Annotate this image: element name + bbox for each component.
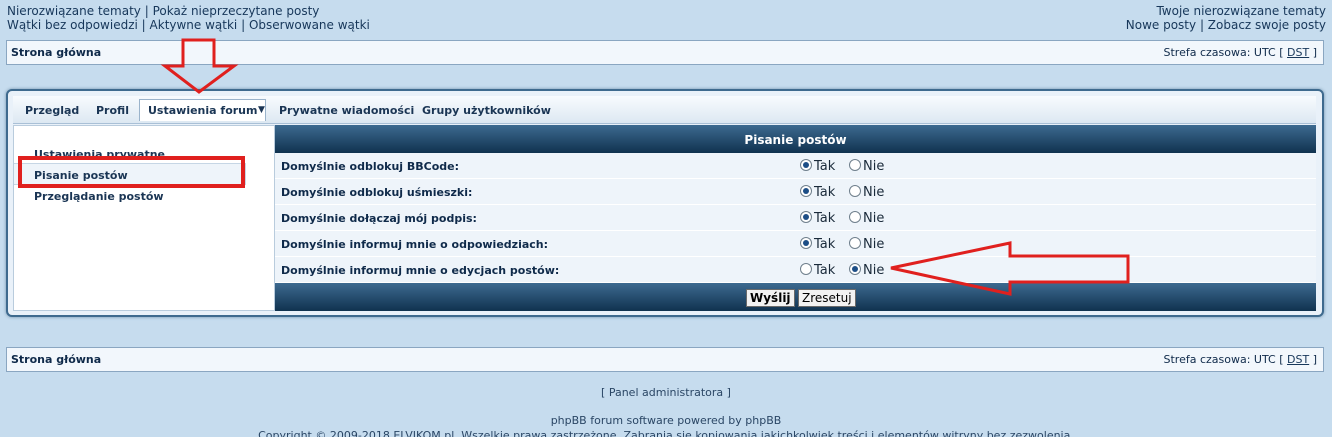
tab-private-messages[interactable]: Prywatne wiadomości xyxy=(279,104,414,117)
navbar-top: Strona główna Strefa czasowa: UTC [ DST … xyxy=(6,40,1324,65)
link-watched-topics[interactable]: Obserwowane wątki xyxy=(249,18,370,32)
submit-button[interactable]: Wyślij xyxy=(746,289,795,307)
setting-label: Domyślnie informuj mnie o edycjach postó… xyxy=(281,264,560,277)
link-unanswered-topics[interactable]: Wątki bez odpowiedzi xyxy=(7,18,138,32)
radio-yes-label[interactable]: Tak xyxy=(814,263,835,278)
setting-label: Domyślnie odblokuj uśmieszki: xyxy=(281,186,473,199)
sidebar-item-viewing[interactable]: Przeglądanie postów xyxy=(14,185,246,207)
timezone-info: Strefa czasowa: UTC [ DST ] xyxy=(1163,46,1317,59)
radio-yes[interactable] xyxy=(800,185,812,197)
radio-yes-label[interactable]: Tak xyxy=(814,237,835,252)
timezone-info-bottom: Strefa czasowa: UTC [ DST ] xyxy=(1163,353,1317,366)
powered-by-text: phpBB forum software powered by phpBB xyxy=(550,414,782,427)
breadcrumb-home[interactable]: Strona główna xyxy=(11,46,101,59)
radio-no-label[interactable]: Nie xyxy=(863,211,884,226)
link-your-unsolved-topics[interactable]: Twoje nierozwiązane tematy xyxy=(1156,4,1326,18)
radio-no[interactable] xyxy=(849,237,861,249)
setting-label: Domyślnie odblokuj BBCode: xyxy=(281,160,460,173)
setting-row: Domyślnie odblokuj uśmieszki: Tak Nie xyxy=(275,179,1316,205)
sidebar-item-posting[interactable]: Pisanie postów xyxy=(14,163,246,185)
tab-profile[interactable]: Profil xyxy=(96,104,129,117)
radio-yes[interactable] xyxy=(800,211,812,223)
section-title: Pisanie postów xyxy=(275,125,1316,153)
setting-label: Domyślnie dołączaj mój podpis: xyxy=(281,212,477,225)
setting-row: Domyślnie informuj mnie o odpowiedziach:… xyxy=(275,231,1316,257)
ucp-panel: Przegląd Profil Ustawienia forum ▼ Prywa… xyxy=(6,89,1324,317)
breadcrumb-home-bottom[interactable]: Strona główna xyxy=(11,353,101,366)
radio-yes-label[interactable]: Tak xyxy=(814,185,835,200)
radio-no[interactable] xyxy=(849,159,861,171)
dst-link[interactable]: DST xyxy=(1287,46,1309,59)
tab-overview[interactable]: Przegląd xyxy=(25,104,79,117)
sidebar-item-privacy-settings[interactable]: Ustawienia prywatne xyxy=(14,143,246,165)
link-active-topics[interactable]: Aktywne wątki xyxy=(150,18,238,32)
setting-row: Domyślnie informuj mnie o edycjach postó… xyxy=(275,257,1316,283)
link-new-posts[interactable]: Nowe posty xyxy=(1126,18,1196,32)
radio-no[interactable] xyxy=(849,185,861,197)
radio-no[interactable] xyxy=(849,263,861,275)
admin-panel-link[interactable]: [ Panel administratora ] xyxy=(0,386,1332,399)
top-links-left: Nierozwiązane tematy | Pokaż nieprzeczyt… xyxy=(7,4,370,32)
radio-no-label[interactable]: Nie xyxy=(863,237,884,252)
sidebar: Ustawienia prywatne Pisanie postów Przeg… xyxy=(13,125,275,311)
form-buttons-bar: Wyślij Zresetuj xyxy=(275,283,1316,311)
reset-button[interactable]: Zresetuj xyxy=(798,289,856,307)
tab-forum-settings[interactable]: Ustawienia forum xyxy=(139,99,267,121)
radio-yes-label[interactable]: Tak xyxy=(814,211,835,226)
link-unsolved-topics[interactable]: Nierozwiązane tematy xyxy=(7,4,141,18)
link-your-posts[interactable]: Zobacz swoje posty xyxy=(1208,18,1326,32)
radio-no-label[interactable]: Nie xyxy=(863,159,884,174)
radio-no[interactable] xyxy=(849,211,861,223)
radio-yes-label[interactable]: Tak xyxy=(814,159,835,174)
chevron-down-icon[interactable]: ▼ xyxy=(258,105,265,115)
top-links-right: Twoje nierozwiązane tematy Nowe posty | … xyxy=(1125,4,1326,32)
dst-link-bottom[interactable]: DST xyxy=(1287,353,1309,366)
copyright-text: Copyright © 2009-2018 ELVIKOM.pl. Wszelk… xyxy=(258,429,1074,437)
setting-label: Domyślnie informuj mnie o odpowiedziach: xyxy=(281,238,549,251)
radio-no-label[interactable]: Nie xyxy=(863,185,884,200)
radio-yes[interactable] xyxy=(800,263,812,275)
setting-row: Domyślnie dołączaj mój podpis: Tak Nie xyxy=(275,205,1316,231)
content-area: Pisanie postów Domyślnie odblokuj BBCode… xyxy=(275,125,1316,311)
link-unread-posts[interactable]: Pokaż nieprzeczytane posty xyxy=(153,4,320,18)
setting-row: Domyślnie odblokuj BBCode: Tak Nie xyxy=(275,153,1316,179)
tab-bar: Przegląd Profil Ustawienia forum ▼ Prywa… xyxy=(13,96,1316,124)
navbar-bottom: Strona główna Strefa czasowa: UTC [ DST … xyxy=(6,347,1324,372)
tab-user-groups[interactable]: Grupy użytkowników xyxy=(422,104,551,117)
radio-no-label[interactable]: Nie xyxy=(863,263,884,278)
radio-yes[interactable] xyxy=(800,159,812,171)
radio-yes[interactable] xyxy=(800,237,812,249)
